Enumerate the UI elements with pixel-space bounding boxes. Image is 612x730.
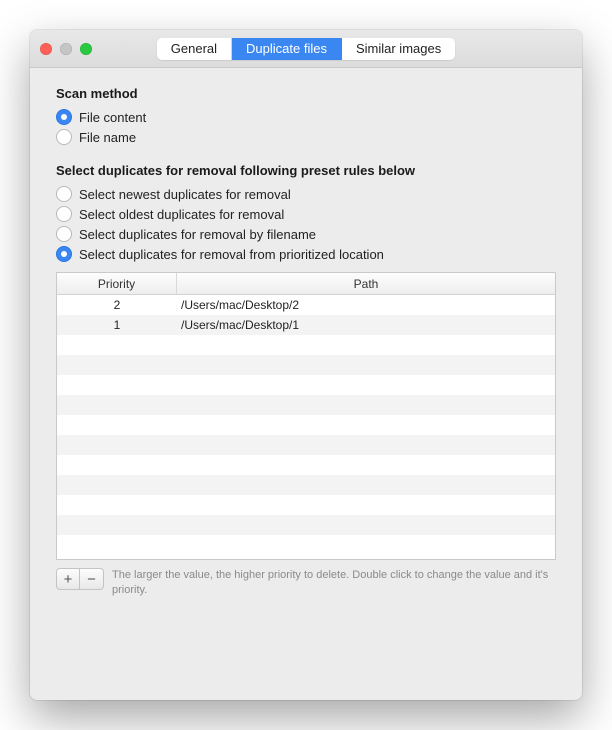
minimize-icon [60,43,72,55]
table-row[interactable] [57,375,555,395]
radio-icon [56,206,72,222]
radio-label: File name [79,130,136,145]
radio-icon [56,129,72,145]
table-row[interactable] [57,495,555,515]
radio-file-content[interactable]: File content [56,109,556,125]
radio-file-name[interactable]: File name [56,129,556,145]
scan-method-title: Scan method [56,86,556,101]
table-row[interactable] [57,515,555,535]
add-button[interactable]: + [56,568,80,590]
table-row[interactable] [57,395,555,415]
radio-label: Select newest duplicates for removal [79,187,291,202]
window-controls [40,43,92,55]
plus-icon: + [64,571,73,588]
table-footer: + − The larger the value, the higher pri… [56,568,556,598]
table-row[interactable] [57,355,555,375]
tab-similar-images[interactable]: Similar images [342,38,455,60]
radio-newest[interactable]: Select newest duplicates for removal [56,186,556,202]
priority-table[interactable]: Priority Path 2 /Users/mac/Desktop/2 1 /… [56,272,556,560]
content-pane: Scan method File content File name Selec… [30,68,582,616]
table-row[interactable] [57,455,555,475]
zoom-icon[interactable] [80,43,92,55]
cell-path: /Users/mac/Desktop/2 [177,295,555,315]
radio-label: Select oldest duplicates for removal [79,207,284,222]
col-path[interactable]: Path [177,273,555,294]
table-row[interactable] [57,535,555,555]
preferences-window: General Duplicate files Similar images S… [30,30,582,700]
radio-icon [56,186,72,202]
radio-label: Select duplicates for removal by filenam… [79,227,316,242]
cell-priority: 2 [57,295,177,315]
minus-icon: − [87,571,96,588]
add-remove-group: + − [56,568,104,590]
radio-icon [56,226,72,242]
rules-title: Select duplicates for removal following … [56,163,556,178]
cell-path: /Users/mac/Desktop/1 [177,315,555,335]
radio-icon [56,246,72,262]
tab-duplicate-files[interactable]: Duplicate files [232,38,342,60]
table-header: Priority Path [57,273,555,295]
radio-label: Select duplicates for removal from prior… [79,247,384,262]
tab-general[interactable]: General [157,38,232,60]
table-row[interactable] [57,415,555,435]
col-priority[interactable]: Priority [57,273,177,294]
close-icon[interactable] [40,43,52,55]
radio-filename[interactable]: Select duplicates for removal by filenam… [56,226,556,242]
table-body: 2 /Users/mac/Desktop/2 1 /Users/mac/Desk… [57,295,555,555]
radio-label: File content [79,110,146,125]
tab-bar: General Duplicate files Similar images [157,38,455,60]
radio-oldest[interactable]: Select oldest duplicates for removal [56,206,556,222]
titlebar: General Duplicate files Similar images [30,30,582,68]
table-row[interactable] [57,475,555,495]
radio-prioritized[interactable]: Select duplicates for removal from prior… [56,246,556,262]
hint-text: The larger the value, the higher priorit… [112,568,556,598]
table-row[interactable]: 1 /Users/mac/Desktop/1 [57,315,555,335]
cell-priority: 1 [57,315,177,335]
table-row[interactable] [57,335,555,355]
table-row[interactable]: 2 /Users/mac/Desktop/2 [57,295,555,315]
table-row[interactable] [57,435,555,455]
remove-button[interactable]: − [80,568,104,590]
radio-icon [56,109,72,125]
